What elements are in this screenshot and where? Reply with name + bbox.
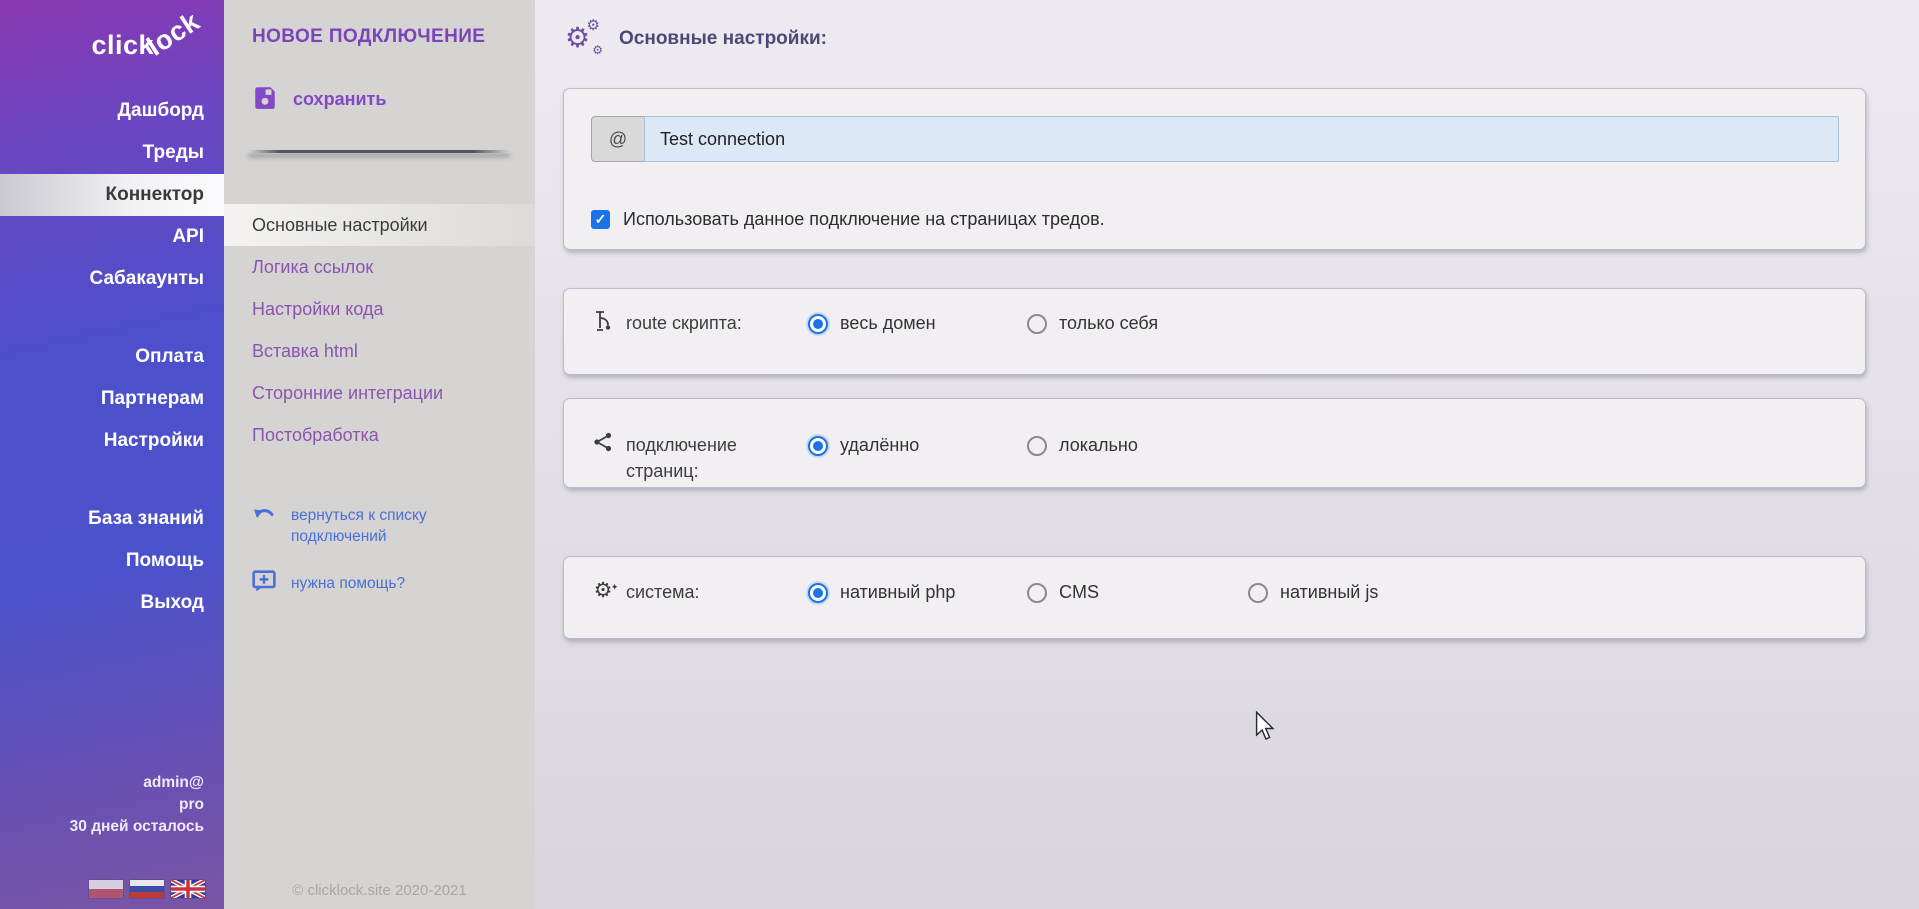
undo-arrow-icon [252,505,276,547]
radio-option-label: удалённо [840,435,919,456]
connection-name-input[interactable] [644,116,1839,162]
save-button[interactable]: сохранить [252,84,386,115]
radio-unselected-icon[interactable] [1027,583,1047,603]
sidebar-group: База знанийПомощьВыход [0,498,224,624]
sidebar-item-subaccounts[interactable]: Сабакаунты [0,258,224,300]
sidebar-item-knowledge-base[interactable]: База знаний [0,498,224,540]
panel-menu-item-code-settings[interactable]: Настройки кода [224,288,535,330]
gear-icon: ⚙✦ [591,579,615,605]
thread-usage-checkbox[interactable] [591,210,610,229]
uk-flag[interactable] [171,880,205,898]
back-link-label: вернуться к списку подключений [291,505,451,547]
system-label-group: ⚙✦ система: [591,579,806,605]
sidebar-group: ДашбордТредыКоннекторAPIСабакаунты [0,90,224,300]
account-plan: pro [70,794,204,816]
page-connection-label-group: подключение страниц: [591,432,806,484]
sidebar-item-threads[interactable]: Треды [0,132,224,174]
radio-option[interactable]: только себя [1027,313,1158,334]
page-connection-label: подключение страниц: [626,432,806,484]
radio-option-label: весь домен [840,313,936,334]
sidebar-menu: ДашбордТредыКоннекторAPIСабакаунты Оплата… [0,90,224,624]
route-option-label: route скрипта: [626,310,742,336]
radio-option[interactable]: локально [1027,435,1138,456]
copyright-footer: © clicklock.site 2020-2021 [224,882,535,899]
radio-option[interactable]: весь домен [808,313,936,334]
system-label: система: [626,579,700,605]
radio-selected-icon[interactable] [808,436,828,456]
share-nodes-icon [591,432,615,484]
radio-unselected-icon[interactable] [1248,583,1268,603]
main-content: ⚙⚙⚙ Основные настройки: @ Использовать д… [535,0,1919,909]
radio-unselected-icon[interactable] [1027,436,1047,456]
account-days-left: 30 дней осталось [70,816,204,838]
sidebar-item-connector[interactable]: Коннектор [0,174,224,216]
back-to-connections-link[interactable]: вернуться к списку подключений [252,505,451,547]
sidebar-group: ОплатаПартнерамНастройки [0,336,224,462]
radio-option-label: только себя [1059,313,1158,334]
page-heading-label: Основные настройки: [619,28,827,50]
save-button-label: сохранить [293,89,386,110]
need-help-link[interactable]: нужна помощь? [252,570,405,597]
help-link-label: нужна помощь? [291,575,405,593]
system-option-card: ⚙✦ система: нативный php CMS нативный js [563,556,1866,639]
radio-option-label: нативный js [1280,582,1378,603]
radio-option[interactable]: нативный php [808,582,955,603]
radio-selected-icon[interactable] [808,314,828,334]
poland-flag[interactable] [89,880,123,898]
page-connection-option-card: подключение страниц: удалённо локально [563,398,1866,488]
sidebar-item-partners[interactable]: Партнерам [0,378,224,420]
page-heading: ⚙⚙⚙ Основные настройки: [565,22,827,56]
panel-menu-item-link-logic[interactable]: Логика ссылок [224,246,535,288]
route-option-label-group: route скрипта: [591,310,806,336]
sidebar-item-api[interactable]: API [0,216,224,258]
route-icon [591,310,615,336]
panel-menu-item-postprocessing[interactable]: Постобработка [224,414,535,456]
account-info: admin@ pro 30 дней осталось [70,772,204,838]
panel-title: НОВОЕ ПОДКЛЮЧЕНИЕ [252,26,485,48]
panel-menu-item-integrations[interactable]: Сторонние интеграции [224,372,535,414]
radio-option[interactable]: нативный js [1248,582,1378,603]
radio-option-label: локально [1059,435,1138,456]
sidebar-item-settings[interactable]: Настройки [0,420,224,462]
thread-usage-row: Использовать данное подключение на стран… [591,209,1105,230]
russia-flag[interactable] [130,880,164,898]
language-switcher [89,880,205,898]
sidebar-item-logout[interactable]: Выход [0,582,224,624]
chat-plus-icon [252,570,276,597]
connection-name-card: @ Использовать данное подключение на стр… [563,88,1866,250]
panel-menu-item-general[interactable]: Основные настройки [224,204,535,246]
radio-unselected-icon[interactable] [1027,314,1047,334]
panel-menu-item-html-insert[interactable]: Вставка html [224,330,535,372]
radio-option-label: нативный php [840,582,955,603]
radio-selected-icon[interactable] [808,583,828,603]
at-sign-prefix: @ [591,116,644,162]
thread-usage-label: Использовать данное подключение на стран… [623,209,1105,230]
route-option-card: route скрипта: весь домен только себя [563,288,1866,375]
sidebar-item-help[interactable]: Помощь [0,540,224,582]
gears-icon: ⚙⚙⚙ [565,22,603,56]
connection-panel: НОВОЕ ПОДКЛЮЧЕНИЕ сохранить Основные нас… [224,0,535,909]
connection-name-group: @ [591,116,1839,162]
panel-divider [248,150,510,153]
sidebar-item-payment[interactable]: Оплата [0,336,224,378]
sidebar: click lock ДашбордТредыКоннекторAPIСабак… [0,0,224,909]
panel-menu: Основные настройкиЛогика ссылокНастройки… [224,204,535,456]
radio-option[interactable]: CMS [1027,582,1099,603]
account-email: admin@ [70,772,204,794]
radio-option-label: CMS [1059,582,1099,603]
floppy-disk-icon [252,84,278,115]
sidebar-item-dashboard[interactable]: Дашборд [0,90,224,132]
radio-option[interactable]: удалённо [808,435,919,456]
